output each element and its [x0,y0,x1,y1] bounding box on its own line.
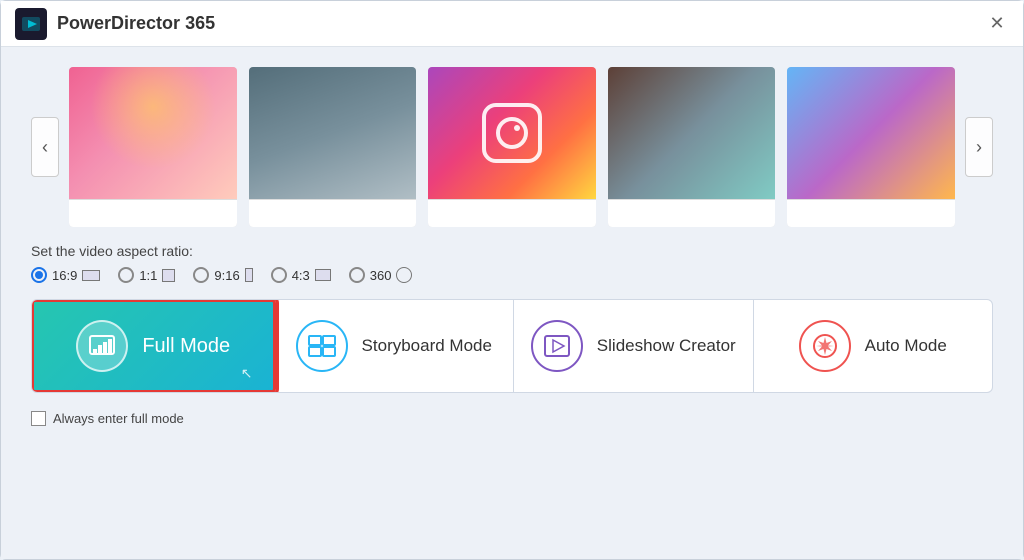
thumbnail-3-label [428,199,596,227]
aspect-option-1-1[interactable]: 1:1 [118,267,175,283]
app-title: PowerDirector 365 [57,13,215,34]
aspect-label-360: 360 [370,268,392,283]
thumbnail-2[interactable] [249,67,417,227]
radio-16-9[interactable] [31,267,47,283]
always-full-mode-label[interactable]: Always enter full mode [53,411,184,426]
slideshow-creator-label: Slideshow Creator [597,336,736,356]
footer-checkbox-row: Always enter full mode [31,411,993,426]
slideshow-creator-icon [531,320,583,372]
slideshow-creator-button[interactable]: Slideshow Creator [514,300,754,392]
thumbnail-3-image [428,67,596,199]
aspect-icon-4-3 [315,269,331,281]
thumbnail-1-label [69,199,237,227]
full-mode-label: Full Mode [142,335,230,358]
aspect-ratio-options: 16:9 1:1 9:16 4:3 [31,267,412,283]
radio-9-16[interactable] [193,267,209,283]
main-content: ‹ [1,47,1023,559]
title-bar: PowerDirector 365 ✕ [1,1,1023,47]
carousel-next-button[interactable]: › [965,117,993,177]
instagram-icon [482,103,542,163]
thumbnail-2-image [249,67,417,199]
app-icon [15,8,47,40]
auto-mode-label: Auto Mode [865,336,947,356]
aspect-label-9-16: 9:16 [214,268,239,283]
aspect-icon-9-16 [245,268,253,282]
thumbnail-4-label [608,199,776,227]
aspect-ratio-section: Set the video aspect ratio: 16:9 1:1 [31,243,993,283]
thumbnail-4-image [608,67,776,199]
radio-360[interactable] [349,267,365,283]
thumbnail-4[interactable] [608,67,776,227]
aspect-label-16-9: 16:9 [52,268,77,283]
instagram-inner [496,117,528,149]
mode-selection: Full Mode ↖ Storyboard Mode [31,299,993,393]
aspect-ratio-label: Set the video aspect ratio: [31,243,193,259]
auto-mode-button[interactable]: Auto Mode [754,300,993,392]
full-mode-icon [76,320,128,372]
radio-4-3[interactable] [271,267,287,283]
aspect-icon-360 [396,267,412,283]
aspect-label-1-1: 1:1 [139,268,157,283]
always-full-mode-checkbox[interactable] [31,411,46,426]
carousel-wrapper: ‹ [31,67,993,227]
carousel-prev-button[interactable]: ‹ [31,117,59,177]
app-window: PowerDirector 365 ✕ ‹ [0,0,1024,560]
storyboard-mode-button[interactable]: Storyboard Mode [275,300,515,392]
title-left: PowerDirector 365 [15,8,215,40]
aspect-option-9-16[interactable]: 9:16 [193,267,252,283]
thumbnail-1-image [69,67,237,199]
thumbnail-1[interactable] [69,67,237,227]
radio-1-1[interactable] [118,267,134,283]
cursor-icon: ↖ [241,365,253,382]
thumbnail-5-label [787,199,955,227]
aspect-icon-16-9 [82,270,100,281]
auto-mode-icon [799,320,851,372]
storyboard-mode-icon [296,320,348,372]
thumbnail-5-image [787,67,955,199]
thumbnail-3[interactable] [428,67,596,227]
full-mode-button[interactable]: Full Mode ↖ [31,299,276,393]
aspect-option-4-3[interactable]: 4:3 [271,267,331,283]
thumbnail-2-label [249,199,417,227]
aspect-option-16-9[interactable]: 16:9 [31,267,100,283]
close-button[interactable]: ✕ [985,12,1009,36]
storyboard-mode-label: Storyboard Mode [362,336,492,356]
thumbnail-5[interactable] [787,67,955,227]
aspect-icon-1-1 [162,269,175,282]
aspect-option-360[interactable]: 360 [349,267,413,283]
instagram-dot [514,125,520,131]
aspect-label-4-3: 4:3 [292,268,310,283]
thumbnail-carousel [69,67,955,227]
